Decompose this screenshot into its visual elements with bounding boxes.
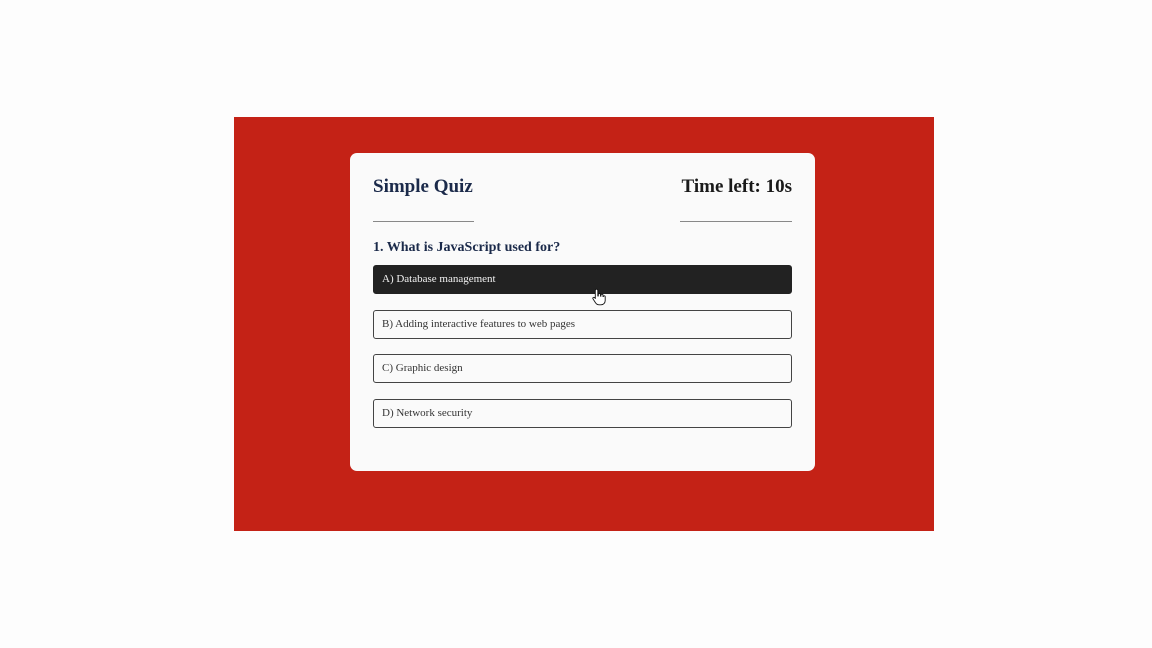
timer-label: Time left: 10s (681, 176, 792, 197)
answer-option-d[interactable]: D) Network security (373, 398, 792, 428)
quiz-header: Simple Quiz Time left: 10s (373, 153, 792, 223)
hand-pointer-icon (592, 288, 606, 306)
answer-options: A) Database management B) Adding interac… (373, 265, 792, 428)
answer-option-b[interactable]: B) Adding interactive features to web pa… (373, 309, 792, 339)
quiz-backdrop: Simple Quiz Time left: 10s 1. What is Ja… (234, 117, 934, 531)
quiz-card: Simple Quiz Time left: 10s 1. What is Ja… (350, 153, 815, 471)
question-text: 1. What is JavaScript used for? (373, 240, 561, 255)
title-divider (373, 221, 474, 222)
timer-divider (680, 221, 792, 222)
answer-option-c[interactable]: C) Graphic design (373, 354, 792, 383)
answer-option-a[interactable]: A) Database management (373, 265, 792, 294)
quiz-title: Simple Quiz (373, 176, 473, 197)
